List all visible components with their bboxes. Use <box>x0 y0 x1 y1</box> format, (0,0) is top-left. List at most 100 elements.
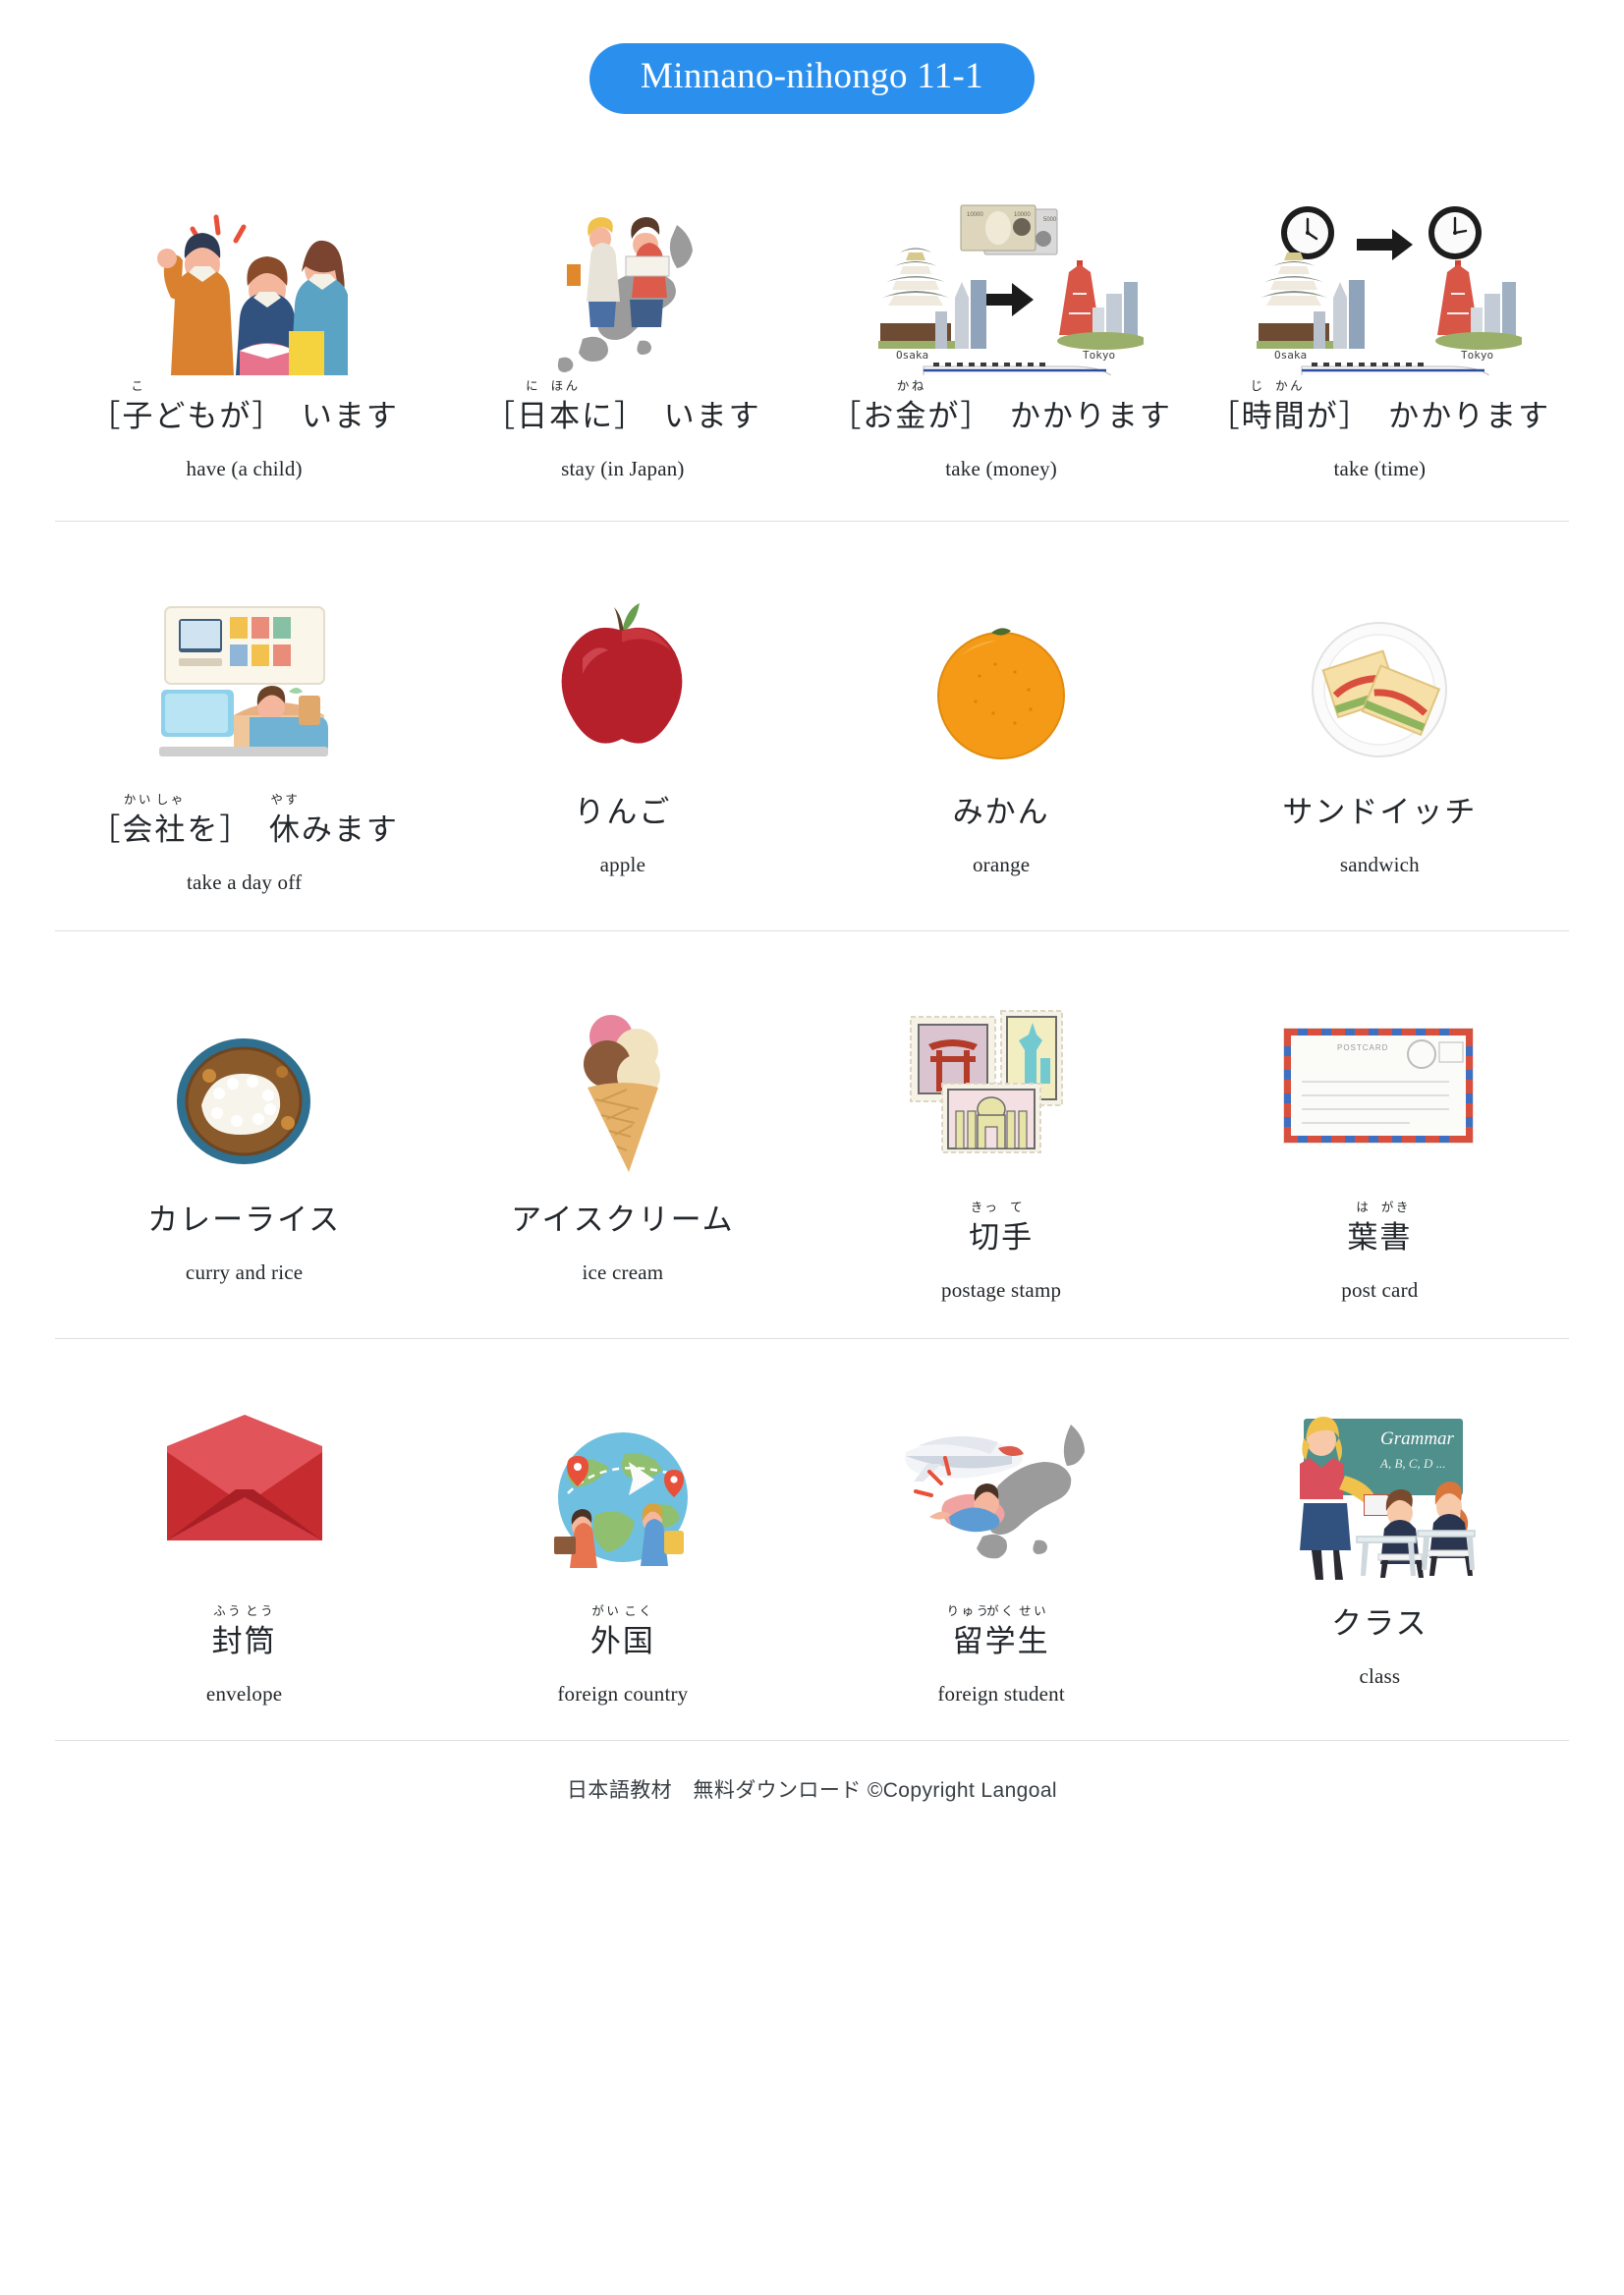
vocab-japanese: みかん <box>952 794 1050 829</box>
blackboard-title: Grammar <box>1380 1428 1455 1449</box>
vocab-card-take-time[interactable]: Osaka Tokyo ［ じ 時 かん 間が］ かかります take (tim… <box>1191 189 1569 481</box>
vocab-japanese: りんご <box>574 794 672 829</box>
furigana: こく <box>624 1603 654 1618</box>
vocab-english: orange <box>972 852 1031 876</box>
vocab-japanese: サンドイッチ <box>1282 794 1478 829</box>
clock-osaka-tokyo-shinkansen-illustration: Osaka Tokyo <box>1237 189 1523 375</box>
clock-icon <box>1428 205 1483 259</box>
vocab-row: ［ かい会しゃ 社を］ やす 休みます take a day off りんご appl… <box>0 522 1624 930</box>
sandwich-illustration <box>1294 585 1466 771</box>
vocab-english: take a day off <box>186 869 303 894</box>
vocab-card-envelope[interactable]: ふう封とう筒 envelope <box>55 1396 433 1707</box>
vocab-card-curry-and-rice[interactable]: カレーライス curry and rice <box>55 992 433 1303</box>
postcard-label: POSTCARD <box>1337 1043 1388 1052</box>
banknote-value-10000: 10000 <box>967 212 983 218</box>
furigana: じ <box>1250 378 1265 393</box>
furigana: かん <box>1275 378 1306 393</box>
envelope-illustration <box>151 1396 338 1583</box>
classroom-illustration: Grammar A, B, C, D ... <box>1274 1396 1485 1583</box>
furigana: やす <box>270 792 301 807</box>
vocab-card-stay-in-japan[interactable]: ［ に日ほん 本に］ います stay (in Japan) <box>433 189 812 481</box>
vocab-japanese: ［ じ時かん 間が］ かかります <box>1208 378 1551 433</box>
post-card-illustration: POSTCARD <box>1274 992 1485 1179</box>
globe-travel-illustration <box>527 1396 718 1583</box>
clock-icon <box>1281 205 1335 259</box>
vocab-card-class[interactable]: Grammar A, B, C, D ... クラス class <box>1191 1396 1569 1707</box>
vocab-english: envelope <box>205 1681 283 1706</box>
money-osaka-tokyo-shinkansen-illustration: 10000 10000 5000 Osaka Tokyo <box>859 189 1145 375</box>
vocab-japanese: きっ切て手 <box>969 1200 1035 1255</box>
vocabulary-grid: ［ こ子どもが］ います have (a child) ［ に 日 ほん 本に］… <box>0 159 1624 1804</box>
vocab-japanese: ［ かい会しゃ 社を］ やす 休みます <box>89 792 399 847</box>
vocab-row: カレーライス curry and rice アイスクリーム ice cream … <box>0 931 1624 1338</box>
vocab-card-have-a-child[interactable]: ［ こ子どもが］ います have (a child) <box>55 189 433 481</box>
city-label-tokyo: Tokyo <box>1083 349 1115 362</box>
furigana: がく <box>986 1603 1017 1618</box>
japan-map-travelers-illustration <box>530 189 716 375</box>
furigana: て <box>1010 1200 1026 1214</box>
page-title-container: Minnano-nihongo 11-1 <box>0 0 1624 114</box>
vocab-row: ふう封とう筒 envelope がい 外 こく 国 foreign countr… <box>0 1339 1624 1740</box>
furigana: せい <box>1019 1603 1049 1618</box>
furigana: きっ <box>970 1200 1000 1214</box>
vocab-card-post-card[interactable]: POSTCARD は葉がき書 post card <box>1191 992 1569 1303</box>
vocab-english: apple <box>599 852 646 876</box>
vocab-japanese: ［ こ子どもが］ います <box>89 378 399 433</box>
vocab-japanese: りゅう留がく学せい生 <box>946 1603 1050 1658</box>
vocab-japanese: ［お かね 金が］ かかります <box>830 378 1172 433</box>
vocab-english: foreign country <box>557 1681 689 1706</box>
svg-text:Osaka: Osaka <box>1274 349 1307 362</box>
footer-copyright: 日本語教材 無料ダウンロード ©Copyright Langoal <box>567 1778 1057 1802</box>
orange-illustration <box>921 585 1083 771</box>
vocab-japanese: がい外こく国 <box>589 1603 655 1658</box>
ice-cream-illustration <box>546 992 699 1179</box>
vocab-card-postage-stamp[interactable]: きっ切て手 postage stamp <box>812 992 1191 1303</box>
furigana: ほん <box>550 378 581 393</box>
vocab-english: foreign student <box>937 1681 1065 1706</box>
vocab-english: ice cream <box>582 1259 664 1284</box>
family-illustration <box>141 189 348 375</box>
vocab-card-orange[interactable]: みかん orange <box>812 585 1191 895</box>
furigana: こ <box>131 378 146 393</box>
vocab-english: take (money) <box>945 456 1058 480</box>
vocab-english: stay (in Japan) <box>561 456 685 480</box>
apple-illustration <box>541 585 703 771</box>
furigana: とう <box>246 1603 276 1618</box>
furigana: ふう <box>213 1603 244 1618</box>
vocab-japanese: ［ に日ほん 本に］ います <box>484 378 761 433</box>
vocab-japanese: ふう封とう筒 <box>211 1603 277 1658</box>
vocab-card-take-a-day-off[interactable]: ［ かい会しゃ 社を］ やす 休みます take a day off <box>55 585 433 895</box>
svg-text:Tokyo: Tokyo <box>1461 349 1493 362</box>
furigana: は <box>1356 1200 1372 1214</box>
vocab-card-foreign-student[interactable]: りゅう留がく学せい生 foreign student <box>812 1396 1191 1707</box>
vocab-japanese: は葉がき書 <box>1347 1200 1413 1255</box>
furigana: しゃ <box>155 792 186 807</box>
vocab-card-ice-cream[interactable]: アイスクリーム ice cream <box>433 992 812 1303</box>
vocab-card-apple[interactable]: りんご apple <box>433 585 812 895</box>
city-label-osaka: Osaka <box>896 349 928 362</box>
blackboard-subtitle: A, B, C, D ... <box>1379 1456 1445 1471</box>
foreign-student-airplane-illustration <box>888 1396 1114 1583</box>
svg-text:10000: 10000 <box>1014 212 1031 218</box>
vocab-english: sandwich <box>1339 852 1420 876</box>
postage-stamps-illustration <box>903 992 1099 1179</box>
vocab-english: post card <box>1341 1277 1419 1302</box>
banknote-value-5000: 5000 <box>1043 217 1057 223</box>
day-off-sleeping-illustration <box>151 585 338 771</box>
page-title: Minnano-nihongo 11-1 <box>589 43 1035 114</box>
vocab-japanese: カレーライス <box>147 1202 342 1237</box>
vocab-card-sandwich[interactable]: サンドイッチ sandwich <box>1191 585 1569 895</box>
furigana: かい <box>123 792 153 807</box>
curry-rice-illustration <box>158 992 330 1179</box>
vocab-english: have (a child) <box>186 456 303 480</box>
furigana: かね <box>896 378 926 393</box>
vocab-english: postage stamp <box>941 1277 1062 1302</box>
vocab-card-take-money[interactable]: 10000 10000 5000 Osaka Tokyo ［お かね 金が］ か… <box>812 189 1191 481</box>
vocab-english: class <box>1359 1663 1401 1688</box>
vocab-english: take (time) <box>1333 456 1427 480</box>
vocab-row: ［ こ子どもが］ います have (a child) ［ に 日 ほん 本に］… <box>0 159 1624 521</box>
furigana: りゅう <box>946 1603 991 1618</box>
vocab-card-foreign-country[interactable]: がい外こく国 foreign country <box>433 1396 812 1707</box>
footer-divider <box>55 1739 1569 1741</box>
furigana: がき <box>1380 1200 1411 1214</box>
